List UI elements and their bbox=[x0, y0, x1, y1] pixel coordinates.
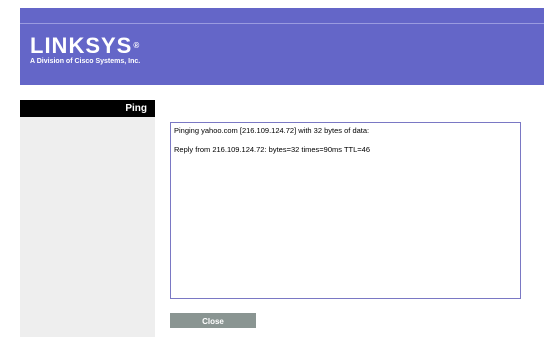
sidebar bbox=[20, 100, 155, 337]
logo-tagline: A Division of Cisco Systems, Inc. bbox=[30, 58, 141, 65]
header-banner: LINKSYS® A Division of Cisco Systems, In… bbox=[20, 8, 544, 85]
header-divider bbox=[20, 23, 544, 24]
logo-registered-mark: ® bbox=[133, 41, 141, 50]
top-strip bbox=[20, 0, 544, 8]
close-button[interactable]: Close bbox=[170, 313, 256, 328]
output-line: Pinging yahoo.com [216.109.124.72] with … bbox=[174, 126, 370, 135]
linksys-logo: LINKSYS® A Division of Cisco Systems, In… bbox=[30, 33, 141, 67]
logo-name: LINKSYS bbox=[30, 33, 133, 58]
ping-page: LINKSYS® A Division of Cisco Systems, In… bbox=[0, 0, 544, 337]
output-line: Reply from 216.109.124.72: bytes=32 time… bbox=[174, 145, 371, 154]
section-label-ping: Ping bbox=[20, 100, 155, 117]
ping-output-box[interactable]: Pinging yahoo.com [216.109.124.72] with … bbox=[170, 122, 521, 299]
